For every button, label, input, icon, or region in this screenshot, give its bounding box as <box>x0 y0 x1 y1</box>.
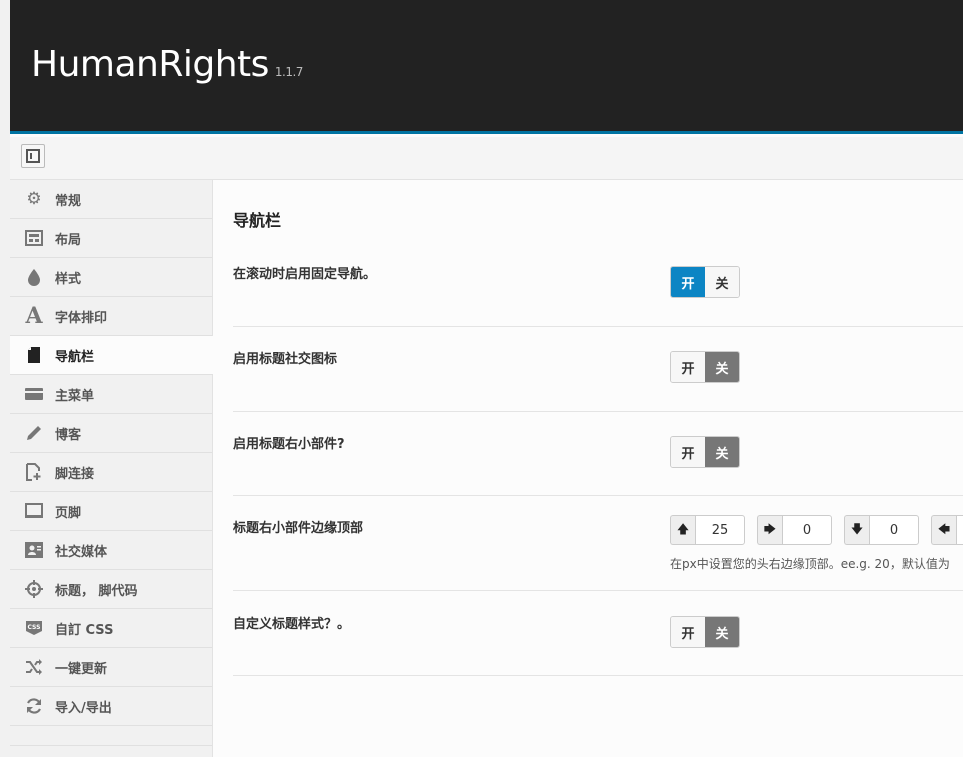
switch-off-button[interactable]: 关 <box>705 267 739 297</box>
sidebar-item-social-media[interactable]: 社交媒体 <box>10 531 212 570</box>
option-label: 启用标题社交图标 <box>233 352 338 367</box>
option-row-header-right-widget: 启用标题右小部件? 开 关 <box>233 412 963 496</box>
sidebar-item-label: 样式 <box>55 271 82 287</box>
sidebar-footer <box>10 726 212 746</box>
sidebar-item-label: 一键更新 <box>55 661 108 677</box>
spacing-top-input[interactable]: 25 <box>695 515 745 545</box>
arrow-down-icon: 🡇 <box>844 515 869 545</box>
spacing-bottom-input[interactable]: 0 <box>869 515 919 545</box>
option-label: 标题右小部件边缘顶部 <box>233 521 364 536</box>
toolbar <box>10 137 963 180</box>
sidebar-item-label: 导航栏 <box>55 349 95 365</box>
contact-card-icon <box>24 540 44 560</box>
sidebar-item-footer[interactable]: 页脚 <box>10 492 212 531</box>
switch-off-button[interactable]: 关 <box>705 617 739 647</box>
switch-on-button[interactable]: 开 <box>671 352 705 382</box>
theme-title: HumanRights 1.1.7 <box>31 44 303 85</box>
sidebar-item-label: 自訂 CSS <box>55 622 114 638</box>
switch-off-button[interactable]: 关 <box>705 437 739 467</box>
arrow-up-icon: 🡅 <box>670 515 695 545</box>
sidebar-item-label: 博客 <box>55 427 82 443</box>
header-social-icons-switch: 开 关 <box>670 351 740 383</box>
sidebar-item-label: 布局 <box>55 232 82 248</box>
header-right-widget-switch: 开 关 <box>670 436 740 468</box>
crosshair-icon <box>24 579 44 599</box>
spacing-left: 🡄 <box>931 515 963 545</box>
sidebar-item-layout[interactable]: 布局 <box>10 219 212 258</box>
sidebar-item-label: 页脚 <box>55 505 82 521</box>
sidebar-item-general[interactable]: ⚙ 常规 <box>10 180 212 219</box>
layout-icon <box>24 228 44 248</box>
sidebar-item-custom-css[interactable]: CSS 自訂 CSS <box>10 609 212 648</box>
sidebar-item-footer-links[interactable]: 脚连接 <box>10 453 212 492</box>
shuffle-icon <box>24 657 44 677</box>
option-row-custom-header-style: 自定义标题样式？。 开 关 <box>233 591 963 676</box>
sidebar-item-label: 常规 <box>55 193 82 209</box>
spacing-top: 🡅 25 <box>670 515 745 545</box>
pencil-icon <box>24 423 44 443</box>
sidebar-item-import-export[interactable]: 导入/导出 <box>10 687 212 726</box>
sidebar-item-one-click-update[interactable]: 一键更新 <box>10 648 212 687</box>
spacing-right: 🡆 0 <box>757 515 832 545</box>
sidebar-item-navbar[interactable]: 导航栏 <box>10 336 213 375</box>
spacing-bottom: 🡇 0 <box>844 515 919 545</box>
sidebar-item-main-menu[interactable]: 主菜单 <box>10 375 212 414</box>
svg-text:CSS: CSS <box>28 624 41 631</box>
switch-off-button[interactable]: 关 <box>705 352 739 382</box>
gear-icon: ⚙ <box>26 188 42 209</box>
spacing-controls: 🡅 25 🡆 0 🡇 0 🡄 <box>670 515 963 545</box>
sidebar-nav: ⚙ 常规 布局 样式 A 字体排印 导航栏 主菜单 博客 脚连接 页脚 社交媒体 标… <box>10 180 213 757</box>
option-label: 启用标题右小部件? <box>233 437 345 452</box>
document-icon <box>24 345 44 365</box>
option-label: 自定义标题样式？。 <box>233 617 351 632</box>
sidebar-item-blog[interactable]: 博客 <box>10 414 212 453</box>
options-header: HumanRights 1.1.7 <box>10 0 963 134</box>
file-add-icon <box>24 462 44 482</box>
font-icon: A <box>25 303 43 329</box>
spacing-description: 在px中设置您的头右边缘顶部。ee.g. 20，默认值为 <box>670 557 950 571</box>
sidebar-item-label: 导入/导出 <box>55 700 112 716</box>
sidebar-item-label: 脚连接 <box>55 466 95 482</box>
option-row-widget-margin-top: 标题右小部件边缘顶部 🡅 25 🡆 0 🡇 0 🡄 在px中设置您的头右边缘顶部… <box>233 496 963 591</box>
expand-toggle-button[interactable] <box>21 144 45 168</box>
arrow-right-icon: 🡆 <box>757 515 782 545</box>
custom-header-style-switch: 开 关 <box>670 616 740 648</box>
spacing-right-input[interactable]: 0 <box>782 515 832 545</box>
options-panel: HumanRights 1.1.7 ⚙ 常规 布局 样式 A 字体排印 导航栏 主菜单… <box>10 0 963 757</box>
theme-name: HumanRights <box>31 44 269 85</box>
switch-on-button[interactable]: 开 <box>671 437 705 467</box>
refresh-icon <box>24 696 44 716</box>
sidebar-item-style[interactable]: 样式 <box>10 258 212 297</box>
css-icon: CSS <box>24 618 44 638</box>
expand-icon <box>26 149 40 163</box>
option-row-header-social-icons: 启用标题社交图标 开 关 <box>233 327 963 412</box>
switch-on-button[interactable]: 开 <box>671 617 705 647</box>
switch-on-button[interactable]: 开 <box>671 267 705 297</box>
sidebar-item-label: 字体排印 <box>55 310 108 326</box>
sidebar-item-typography[interactable]: A 字体排印 <box>10 297 212 336</box>
option-row-sticky-nav: 在滚动时启用固定导航。 开 关 <box>233 244 963 327</box>
section-title: 导航栏 <box>233 211 282 230</box>
page-left-edge <box>0 0 10 757</box>
sidebar-item-label: 标题， 脚代码 <box>55 583 138 599</box>
spacing-left-input[interactable] <box>956 515 963 545</box>
sidebar-item-label: 社交媒体 <box>55 544 108 560</box>
card-icon <box>24 384 44 404</box>
sidebar-item-header-footer-code[interactable]: 标题， 脚代码 <box>10 570 212 609</box>
sticky-nav-switch: 开 关 <box>670 266 740 298</box>
theme-version: 1.1.7 <box>274 65 304 79</box>
sidebar-item-label: 主菜单 <box>55 388 95 404</box>
arrow-left-icon: 🡄 <box>931 515 956 545</box>
drop-icon <box>24 267 44 287</box>
laptop-icon <box>24 501 44 521</box>
option-label: 在滚动时启用固定导航。 <box>233 267 377 282</box>
